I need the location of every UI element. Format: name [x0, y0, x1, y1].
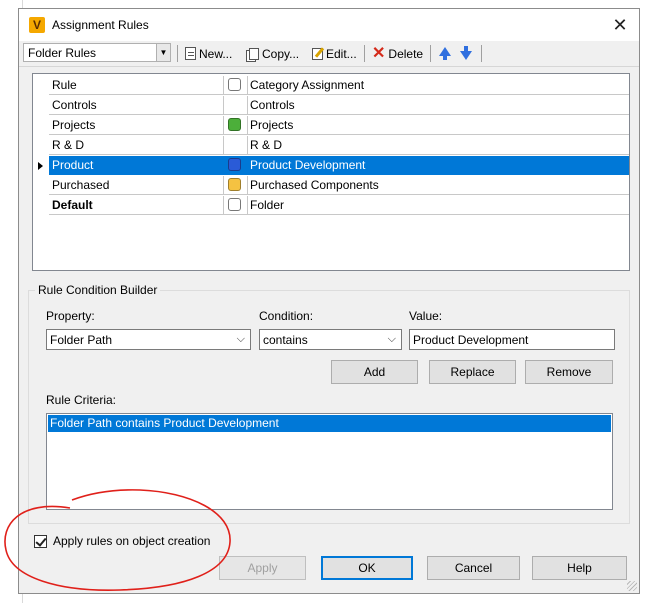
category-cell[interactable]: R & D	[248, 136, 629, 155]
arrow-up-icon	[439, 47, 451, 60]
color-swatch-icon	[228, 78, 241, 91]
value-label: Value:	[409, 309, 443, 323]
rule-cell[interactable]: R & D	[49, 136, 224, 155]
category-cell[interactable]: Folder	[248, 196, 629, 215]
grid-header: Rule Category Assignment	[33, 76, 629, 96]
column-header-category[interactable]: Category Assignment	[248, 76, 629, 95]
condition-label: Condition:	[259, 309, 314, 323]
table-row[interactable]: Purchased Purchased Components	[33, 176, 629, 196]
color-cell[interactable]	[224, 96, 248, 115]
rule-set-select[interactable]: Folder Rules ▼	[23, 43, 171, 62]
delete-button[interactable]: ✕ Delete	[372, 44, 423, 63]
dropdown-arrow-icon[interactable]: ▼	[156, 43, 171, 62]
rules-grid[interactable]: Rule Category Assignment Controls Control…	[32, 73, 630, 271]
rule-cell[interactable]: Controls	[49, 96, 224, 115]
toolbar-separator	[177, 45, 178, 62]
toolbar: Folder Rules ▼ New... Copy... Edit... ✕ …	[19, 41, 639, 67]
red-annotation-circle	[4, 489, 231, 591]
move-down-button[interactable]	[460, 44, 472, 63]
category-cell[interactable]: Product Development	[248, 156, 629, 175]
rule-cell[interactable]: Projects	[49, 116, 224, 135]
table-row[interactable]: R & DR & D	[33, 136, 629, 156]
column-header-color[interactable]	[224, 76, 248, 95]
category-cell[interactable]: Controls	[248, 96, 629, 115]
column-header-rule[interactable]: Rule	[49, 76, 224, 95]
category-color-swatch	[228, 178, 241, 191]
arrow-down-icon	[460, 46, 472, 60]
rule-set-value: Folder Rules	[28, 46, 97, 60]
toolbar-separator	[364, 45, 365, 62]
property-select[interactable]: Folder Path ⌵	[46, 329, 251, 350]
edit-button[interactable]: Edit...	[312, 44, 357, 63]
row-indicator	[33, 176, 49, 196]
remove-button[interactable]: Remove	[525, 360, 613, 384]
category-color-swatch	[228, 118, 241, 131]
close-icon[interactable]: ✕	[609, 14, 631, 36]
toolbar-separator	[481, 45, 482, 62]
delete-label: Delete	[388, 46, 424, 61]
color-cell[interactable]	[224, 116, 248, 135]
color-cell[interactable]	[224, 156, 248, 175]
row-indicator	[33, 196, 49, 216]
new-button[interactable]: New...	[185, 44, 232, 63]
table-row[interactable]: Product Product Development	[33, 156, 629, 176]
rule-criteria-label: Rule Criteria:	[46, 393, 117, 407]
property-value: Folder Path	[50, 333, 113, 347]
row-indicator	[33, 76, 49, 96]
chevron-down-icon: ⌵	[387, 333, 396, 345]
ok-button[interactable]: OK	[321, 556, 413, 580]
color-cell[interactable]	[224, 176, 248, 195]
color-cell[interactable]	[224, 136, 248, 155]
table-row[interactable]: Controls Controls	[33, 96, 629, 116]
table-row[interactable]: Projects Projects	[33, 116, 629, 136]
category-color-swatch	[228, 198, 241, 211]
group-title: Rule Condition Builder	[35, 283, 161, 297]
rule-cell[interactable]: Default	[49, 196, 224, 215]
color-cell[interactable]	[224, 196, 248, 215]
copy-icon	[249, 47, 259, 60]
row-indicator	[33, 136, 49, 156]
cancel-button[interactable]: Cancel	[427, 556, 520, 580]
vault-logo-icon: V	[29, 17, 45, 33]
dialog-title: Assignment Rules	[52, 18, 149, 32]
title-bar: V Assignment Rules ✕	[19, 9, 639, 41]
value-text: Product Development	[413, 333, 529, 347]
table-row[interactable]: Default Folder	[33, 196, 629, 216]
replace-button[interactable]: Replace	[429, 360, 516, 384]
value-input[interactable]: Product Development	[409, 329, 615, 350]
edit-label: Edit...	[326, 46, 357, 61]
rule-cell[interactable]: Purchased	[49, 176, 224, 195]
new-document-icon	[185, 47, 196, 60]
add-button[interactable]: Add	[331, 360, 418, 384]
new-label: New...	[199, 46, 233, 61]
copy-label: Copy...	[262, 46, 300, 61]
edit-icon	[312, 47, 323, 60]
copy-button[interactable]: Copy...	[247, 44, 299, 63]
move-up-button[interactable]	[439, 44, 451, 63]
category-color-swatch	[228, 158, 241, 171]
resize-grip-icon[interactable]	[627, 581, 637, 591]
rule-cell[interactable]: Product	[49, 156, 224, 175]
row-indicator	[33, 116, 49, 136]
row-indicator	[33, 96, 49, 116]
property-label: Property:	[46, 309, 95, 323]
category-cell[interactable]: Projects	[248, 116, 629, 135]
delete-x-icon: ✕	[372, 44, 386, 62]
list-item[interactable]: Folder Path contains Product Development	[48, 415, 611, 432]
current-row-arrow-icon	[38, 162, 43, 170]
condition-select[interactable]: contains ⌵	[259, 329, 402, 350]
row-indicator	[33, 156, 49, 176]
help-button[interactable]: Help	[532, 556, 627, 580]
category-cell[interactable]: Purchased Components	[248, 176, 629, 195]
toolbar-separator	[430, 45, 431, 62]
chevron-down-icon: ⌵	[236, 333, 245, 345]
condition-value: contains	[263, 333, 308, 347]
annotation-stroke	[4, 489, 231, 591]
